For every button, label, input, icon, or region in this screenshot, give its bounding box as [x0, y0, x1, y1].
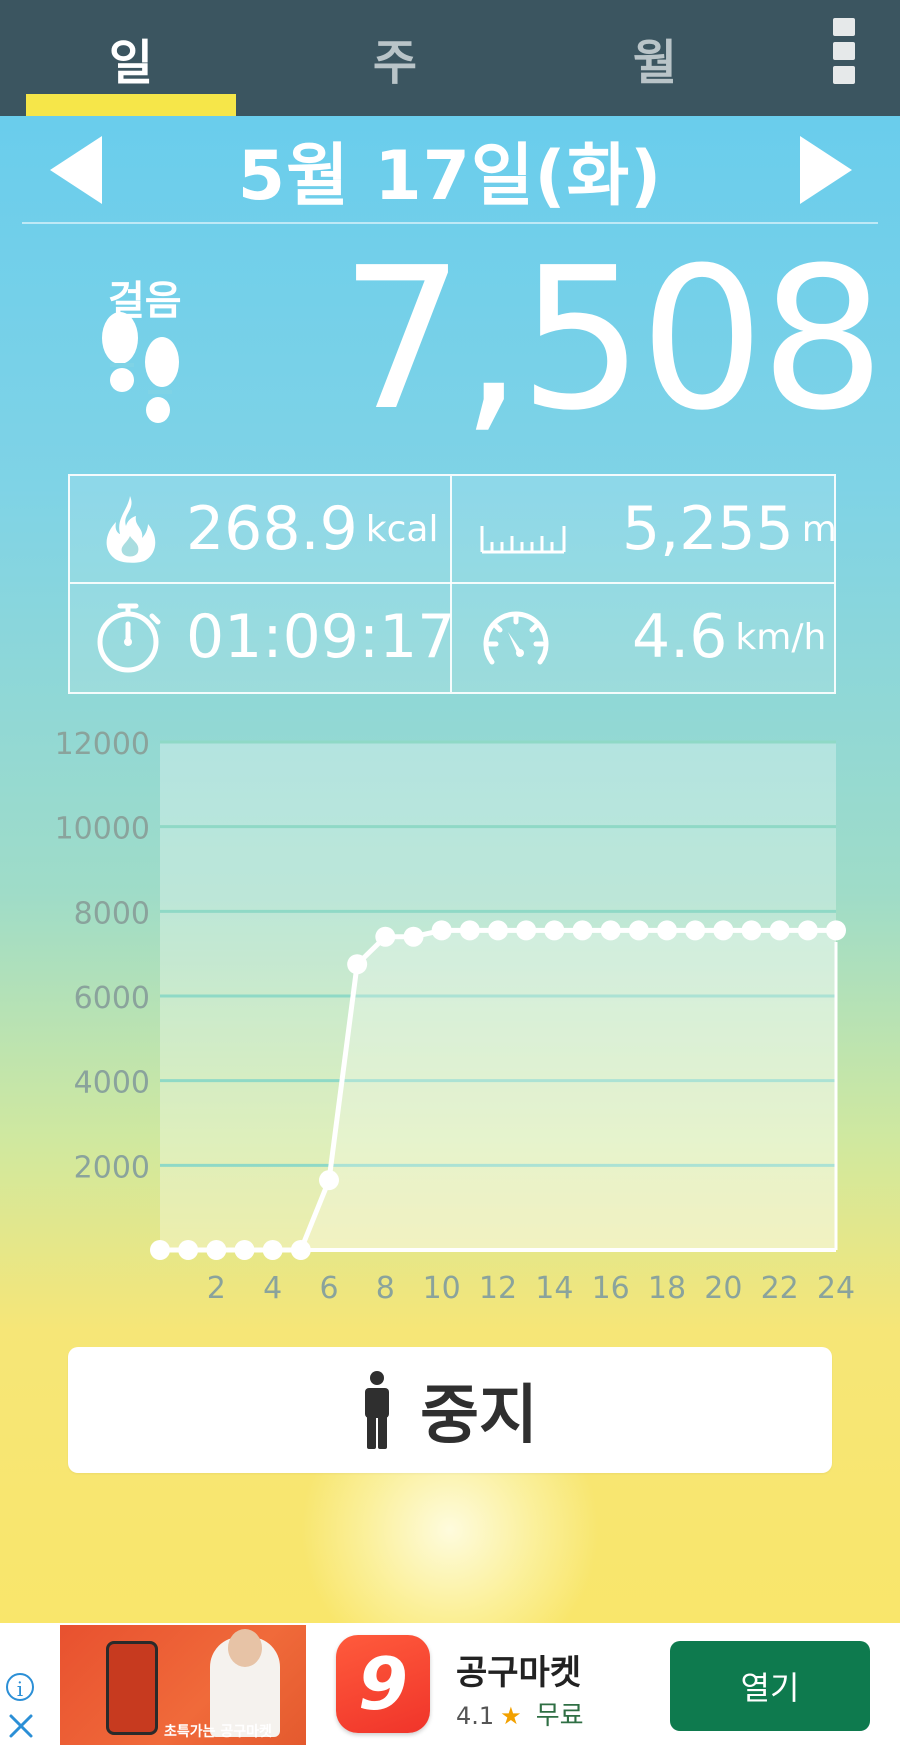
data-point [544, 920, 565, 941]
x-tick-label: 18 [648, 1271, 686, 1306]
stopwatch-icon [97, 603, 161, 673]
calories-readout: 268.9 kcal [186, 476, 438, 582]
distance-value: 5,255 [622, 494, 794, 564]
data-point [150, 1240, 170, 1260]
x-tick-label: 8 [376, 1271, 395, 1306]
previous-day-arrow-icon[interactable] [50, 136, 102, 204]
tab-month[interactable]: 월 [550, 0, 760, 116]
current-date: 5월 17일(화) [237, 136, 663, 216]
app-logo-icon[interactable]: 9 [336, 1635, 430, 1733]
x-tick-label: 12 [479, 1271, 517, 1306]
distance-cell: 5,255 m [452, 476, 837, 582]
y-tick-label: 4000 [74, 1066, 150, 1101]
data-point [600, 920, 621, 941]
data-point [262, 1240, 283, 1260]
stop-button[interactable]: 중지 [68, 1347, 832, 1473]
y-tick-label: 8000 [74, 896, 150, 931]
ad-banner-caption: 초특가는 공구마켓 [164, 1724, 272, 1740]
speedometer-icon [483, 611, 549, 665]
data-point [206, 1240, 227, 1260]
calories-value: 268.9 [186, 494, 358, 564]
y-tick-label: 10000 [55, 812, 150, 847]
data-point [403, 926, 424, 947]
data-point [713, 920, 734, 941]
data-point [431, 920, 452, 941]
next-day-arrow-icon[interactable] [800, 136, 852, 204]
data-point [234, 1240, 255, 1260]
footprints-icon [102, 312, 179, 423]
speed-unit: km/h [735, 616, 827, 658]
data-point [178, 1240, 199, 1260]
data-point [516, 920, 537, 941]
x-tick-label: 6 [319, 1271, 338, 1306]
data-point [741, 920, 762, 941]
app-screen: 일 주 월 5월 17일(화) 걸음 7,508 268.9 kcal 5,25… [0, 0, 900, 1623]
data-point [347, 954, 368, 975]
x-tick-label: 22 [761, 1271, 799, 1306]
duration-value: 01:09:17 [186, 602, 456, 672]
data-point [685, 920, 706, 941]
hourly-steps-chart: 120001000080006000400020002 4 6 8 10 12 14 16 18… [55, 727, 856, 1306]
speed-readout: 4.6 km/h [632, 584, 826, 690]
phone-image [106, 1641, 158, 1735]
data-point [797, 920, 818, 941]
x-tick-label: 24 [817, 1271, 855, 1306]
ad-price: 무료 [535, 1701, 584, 1731]
data-point [459, 920, 480, 941]
date-navigator: 5월 17일(화) [0, 116, 900, 222]
y-tick-label: 2000 [74, 1150, 150, 1185]
data-point [290, 1240, 311, 1260]
calories-unit: kcal [365, 508, 439, 550]
y-tick-label: 12000 [55, 727, 150, 762]
data-point [488, 920, 508, 941]
period-tab-bar: 일 주 월 [0, 0, 900, 116]
data-point [572, 920, 593, 941]
x-tick-label: 10 [423, 1271, 461, 1306]
duration-cell: 01:09:17 [70, 584, 455, 690]
ad-close-icon[interactable] [6, 1711, 36, 1741]
distance-unit: m [801, 508, 837, 550]
x-tick-label: 20 [704, 1271, 742, 1306]
ad-rating-value: 4.1 [456, 1702, 495, 1730]
x-tick-label: 14 [535, 1271, 573, 1306]
distance-readout: 5,255 m [622, 476, 837, 582]
divider [22, 222, 878, 224]
model-head-image [228, 1629, 262, 1667]
data-point [375, 926, 396, 947]
ad-image[interactable]: 초특가는 공구마켓 [60, 1625, 306, 1745]
ad-info-icon[interactable]: i [6, 1673, 34, 1701]
overflow-menu-icon[interactable] [830, 18, 858, 88]
data-point [769, 920, 790, 941]
speed-value: 4.6 [632, 602, 728, 672]
speed-cell: 4.6 km/h [452, 584, 832, 690]
stats-grid: 268.9 kcal 5,255 m 01:09:17 4.6 km/h [68, 474, 837, 694]
calories-cell: 268.9 kcal [70, 476, 450, 582]
y-tick-label: 6000 [74, 981, 150, 1016]
data-point [319, 1170, 339, 1191]
star-icon: ★ [500, 1702, 522, 1730]
ad-open-button[interactable]: 열기 [670, 1641, 870, 1731]
person-icon [365, 1371, 390, 1449]
x-tick-label: 4 [263, 1271, 282, 1306]
data-point [657, 920, 677, 941]
ruler-icon [480, 526, 566, 554]
active-tab-indicator [26, 94, 236, 116]
ad-banner-area: i 초특가는 공구마켓 9 공구마켓 4.1 ★ 무료 열기 [0, 1623, 900, 1749]
flame-icon [106, 496, 156, 563]
x-tick-label: 16 [592, 1271, 630, 1306]
data-point [826, 920, 846, 941]
x-tick-label: 2 [207, 1271, 226, 1306]
tab-week[interactable]: 주 [290, 0, 500, 116]
data-point [628, 920, 649, 941]
stop-button-label: 중지 [420, 1379, 538, 1453]
ad-app-name[interactable]: 공구마켓 [456, 1645, 581, 1694]
ad-rating: 4.1 ★ 무료 [456, 1695, 584, 1732]
step-count: 7,508 [340, 226, 885, 454]
